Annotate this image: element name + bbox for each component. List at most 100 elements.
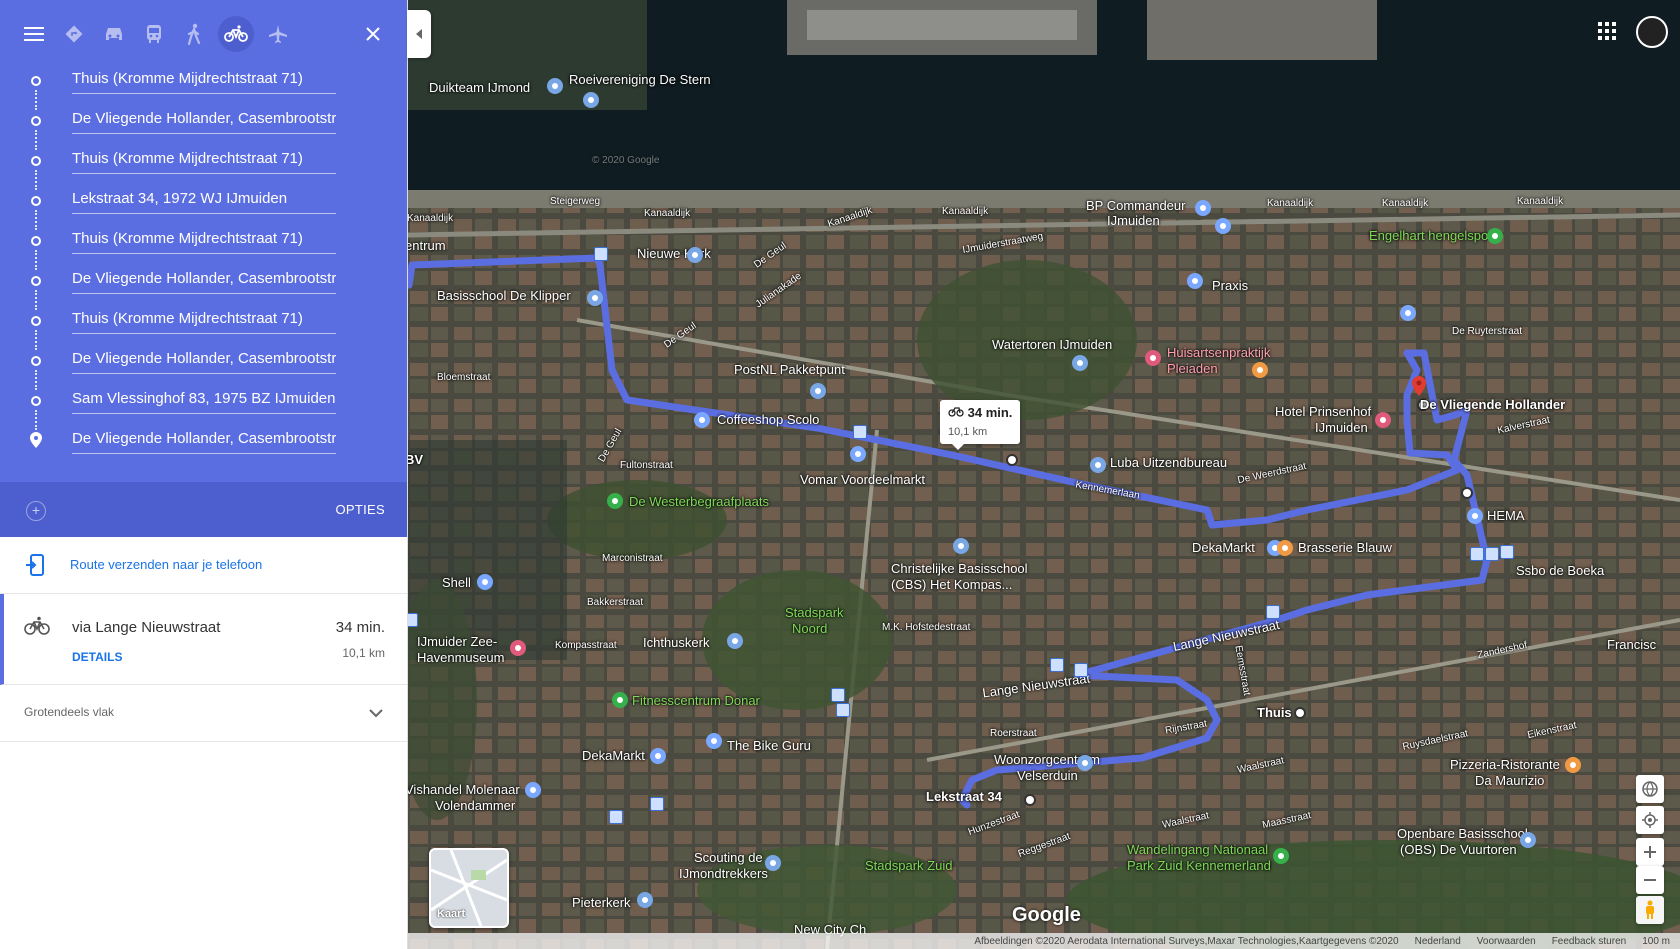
- waypoint-input[interactable]: De Vliegende Hollander, Casembrootstraat: [72, 110, 336, 134]
- my-location-button[interactable]: [1636, 806, 1664, 834]
- poi-label[interactable]: Ichthuskerk: [643, 635, 709, 650]
- destination-marker-icon[interactable]: [1412, 376, 1426, 401]
- pin-icon[interactable]: [1077, 755, 1093, 771]
- poi-label[interactable]: Basisschool De Klipper: [437, 288, 571, 303]
- poi-label[interactable]: Watertoren IJmuiden: [992, 337, 1112, 352]
- restaurant-icon[interactable]: [1277, 540, 1293, 556]
- waypoint-label[interactable]: Thuis: [1257, 705, 1292, 720]
- zoom-out-button[interactable]: [1636, 866, 1664, 894]
- poi-label[interactable]: Pizzeria-Ristorante: [1450, 757, 1560, 772]
- poi-label[interactable]: Huisartsenpraktijk: [1167, 345, 1270, 360]
- directions-icon[interactable]: [54, 14, 94, 54]
- poi-label[interactable]: PostNL Pakketpunt: [734, 362, 845, 377]
- bus-stop-icon[interactable]: [407, 613, 418, 627]
- pin-icon[interactable]: [765, 855, 781, 871]
- museum-icon[interactable]: [510, 640, 526, 656]
- walk-icon[interactable]: [174, 14, 214, 54]
- poi-label[interactable]: (OBS) De Vuurtoren: [1400, 842, 1517, 857]
- waypoint-input[interactable]: De Vliegende Hollander, Casembrootstraat: [72, 270, 336, 294]
- send-to-phone-row[interactable]: Route verzenden naar je telefoon: [0, 537, 407, 594]
- street-view-pegman[interactable]: [1636, 896, 1664, 924]
- waypoint-input[interactable]: De Vliegende Hollander, Casembrootstraat: [72, 350, 336, 374]
- poi-label[interactable]: Havenmuseum: [417, 650, 504, 665]
- poi-label[interactable]: Fitnesscentrum Donar: [632, 693, 760, 708]
- bus-stop-icon[interactable]: [831, 688, 845, 702]
- poi-label[interactable]: IJmondtrekkers: [679, 866, 768, 881]
- shop-icon[interactable]: [706, 733, 722, 749]
- poi-label[interactable]: De Westerbegraafplaats: [629, 494, 769, 509]
- layer-switcher[interactable]: Kaart: [429, 848, 509, 928]
- poi-label[interactable]: Shell: [442, 575, 471, 590]
- poi-label[interactable]: Duikteam IJmond: [429, 80, 530, 95]
- waypoint-input[interactable]: Thuis (Kromme Mijdrechtstraat 71): [72, 70, 336, 94]
- add-destination-icon[interactable]: +: [26, 501, 46, 521]
- details-button[interactable]: DETAILS: [72, 650, 122, 664]
- school-icon[interactable]: [587, 290, 603, 306]
- chevron-down-icon[interactable]: [369, 705, 383, 723]
- school-icon[interactable]: [953, 538, 969, 554]
- landmark-icon[interactable]: [1072, 355, 1088, 371]
- route-callout[interactable]: 34 min. 10,1 km: [940, 400, 1021, 450]
- bicycle-icon[interactable]: [218, 16, 254, 52]
- shop-icon[interactable]: [1215, 218, 1231, 234]
- bus-stop-icon[interactable]: [1500, 545, 1514, 559]
- poi-label[interactable]: rgcentrum: [407, 238, 446, 253]
- pin-icon[interactable]: [583, 92, 599, 108]
- shop-icon[interactable]: [525, 782, 541, 798]
- poi-label[interactable]: Wandelingang Nationaal: [1127, 842, 1268, 857]
- bus-stop-icon[interactable]: [1266, 605, 1280, 619]
- poi-label[interactable]: BP Commandeur: [1086, 198, 1185, 213]
- waypoint-label[interactable]: Lekstraat 34: [926, 789, 1002, 804]
- bus-stop-icon[interactable]: [836, 703, 850, 717]
- poi-label[interactable]: Volendammer: [435, 798, 515, 813]
- shop-icon[interactable]: [1487, 228, 1503, 244]
- poi-label[interactable]: Brasserie Blauw: [1298, 540, 1392, 555]
- flight-icon[interactable]: [258, 14, 298, 54]
- poi-label[interactable]: Hotel Prinsenhof: [1275, 404, 1371, 419]
- waypoint-input[interactable]: Sam Vlessinghof 83, 1975 BZ IJmuiden: [72, 390, 336, 414]
- bus-stop-icon[interactable]: [609, 810, 623, 824]
- collapse-panel-button[interactable]: [407, 10, 431, 58]
- shop-icon[interactable]: [650, 748, 666, 764]
- poi-label[interactable]: Pieterkerk: [572, 895, 631, 910]
- park-icon[interactable]: [1273, 848, 1289, 864]
- shop-icon[interactable]: [1187, 273, 1203, 289]
- post-icon[interactable]: [810, 383, 826, 399]
- region-link[interactable]: Nederland: [1415, 936, 1461, 947]
- pin-icon[interactable]: [547, 78, 563, 94]
- gas-station-icon[interactable]: [477, 574, 493, 590]
- waypoint-input[interactable]: De Vliegende Hollander, Casembrootstraat: [72, 430, 336, 454]
- poi-label[interactable]: Stadspark: [785, 605, 844, 620]
- bus-stop-icon[interactable]: [1485, 547, 1499, 561]
- gym-icon[interactable]: [612, 692, 628, 708]
- shop-icon[interactable]: [850, 446, 866, 462]
- scale-label[interactable]: 100 m: [1642, 936, 1670, 947]
- poi-label[interactable]: IJmuiden: [1107, 213, 1160, 228]
- bus-stop-icon[interactable]: [1074, 663, 1088, 677]
- elevation-row[interactable]: Grotendeels vlak: [0, 685, 407, 742]
- poi-label[interactable]: IJmuiden: [1315, 420, 1368, 435]
- hotel-icon[interactable]: [1375, 412, 1391, 428]
- poi-label[interactable]: Openbare Basisschool: [1397, 826, 1528, 841]
- poi-label[interactable]: Roeivereniging De Stern: [569, 72, 711, 87]
- restaurant-icon[interactable]: [1565, 757, 1581, 773]
- bus-stop-icon[interactable]: [650, 797, 664, 811]
- poi-label[interactable]: DekaMarkt: [1192, 540, 1255, 555]
- pin-icon[interactable]: [1400, 305, 1416, 321]
- poi-label[interactable]: Da Maurizio: [1475, 773, 1544, 788]
- bus-stop-icon[interactable]: [594, 247, 608, 261]
- cemetery-icon[interactable]: [607, 493, 623, 509]
- medical-icon[interactable]: [1145, 350, 1161, 366]
- map-canvas[interactable]: Duikteam IJmond Roeivereniging De Stern …: [407, 0, 1680, 949]
- send-to-phone-link[interactable]: Route verzenden naar je telefoon: [70, 557, 262, 572]
- poi-label[interactable]: DekaMarkt: [582, 748, 645, 763]
- avatar[interactable]: [1636, 16, 1668, 48]
- church-icon[interactable]: [637, 892, 653, 908]
- poi-label[interactable]: Velserduin: [1017, 768, 1078, 783]
- poi-label[interactable]: Noord: [792, 621, 827, 636]
- bus-stop-icon[interactable]: [853, 425, 867, 439]
- poi-label[interactable]: Vishandel Molenaar: [407, 782, 520, 797]
- poi-label[interactable]: Luba Uitzendbureau: [1110, 455, 1227, 470]
- waypoint-input[interactable]: Thuis (Kromme Mijdrechtstraat 71): [72, 310, 336, 334]
- waypoint-input[interactable]: Thuis (Kromme Mijdrechtstraat 71): [72, 150, 336, 174]
